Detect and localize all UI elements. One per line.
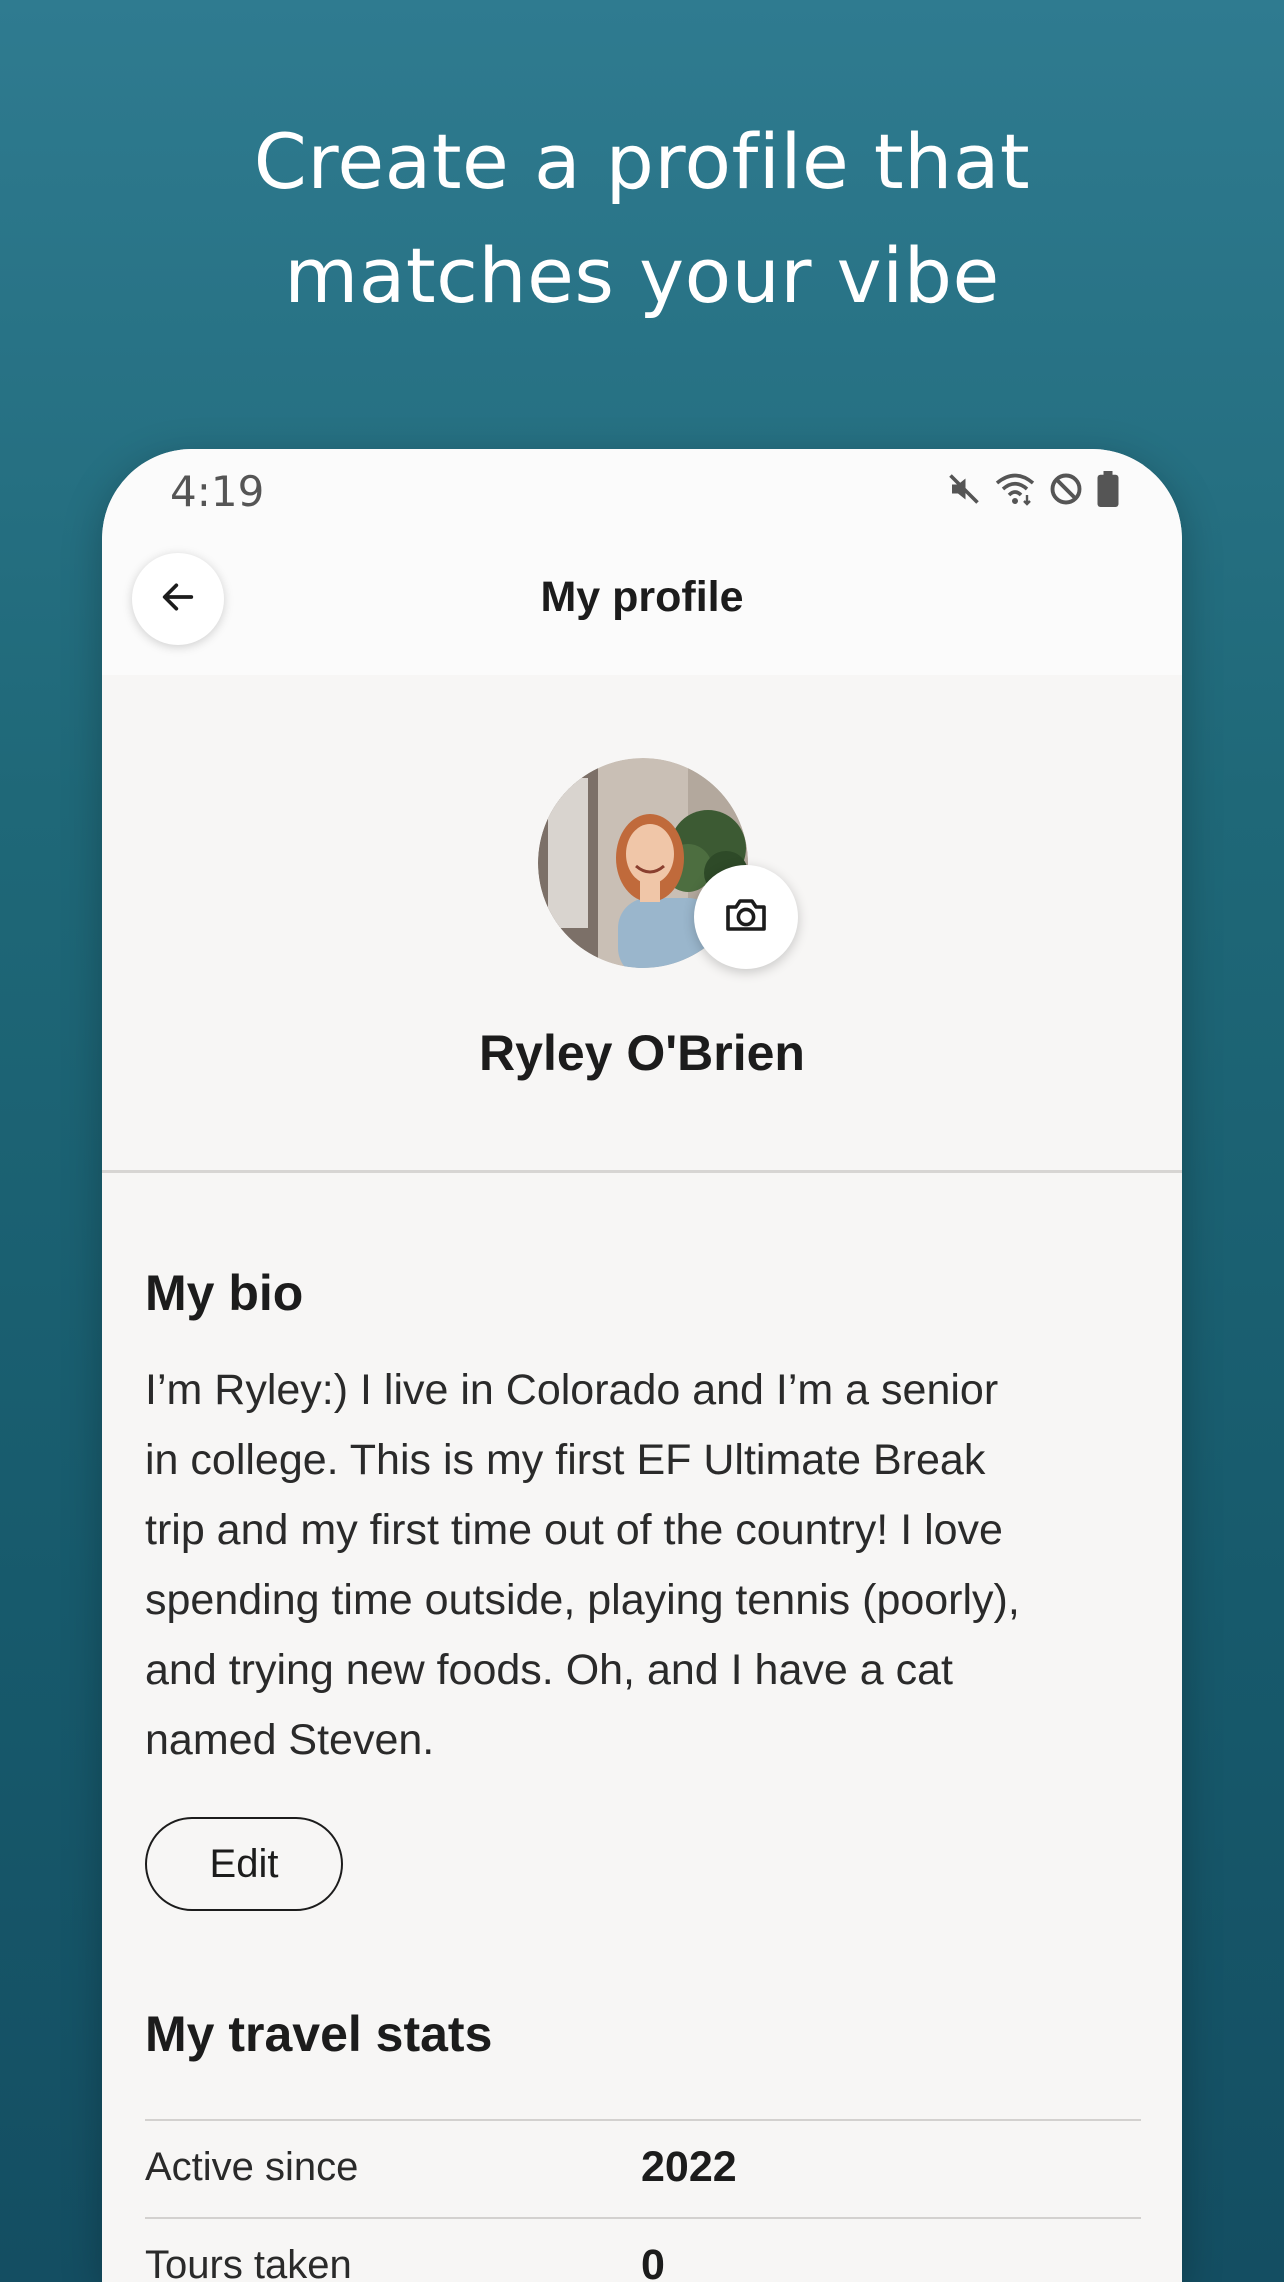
change-photo-button[interactable] (694, 865, 798, 969)
wifi-icon (994, 471, 1036, 507)
app-bar: My profile (102, 545, 1182, 675)
travel-stats-heading: My travel stats (145, 2006, 493, 2062)
phone-frame: 4:19 My profile Ryley O'Brien My bio I’m… (102, 449, 1182, 2282)
headline-line-2: matches your vibe (284, 231, 1000, 320)
bio-line: and trying new foods. Oh, and I have a c… (145, 1646, 953, 1694)
stat-value: 0 (641, 2241, 665, 2282)
status-bar: 4:19 (102, 449, 1182, 545)
bio-text: I’m Ryley:) I live in Colorado and I’m a… (145, 1355, 1085, 1775)
stat-label: Active since (145, 2145, 359, 2189)
edit-bio-button[interactable]: Edit (145, 1817, 343, 1911)
headline-line-1: Create a profile that (253, 117, 1031, 206)
travel-stats-table: Active since 2022 Tours taken 0 (145, 2119, 1141, 2282)
section-divider (102, 1170, 1182, 1173)
table-row: Active since 2022 (145, 2119, 1141, 2217)
mute-icon (946, 471, 982, 507)
bio-heading: My bio (145, 1265, 304, 1321)
profile-name: Ryley O'Brien (479, 1025, 805, 1081)
stat-value: 2022 (641, 2143, 737, 2191)
bio-line: I’m Ryley:) I live in Colorado and I’m a… (145, 1366, 999, 1414)
status-time: 4:19 (170, 467, 265, 516)
headline: Create a profile that matches your vibe (0, 105, 1284, 333)
camera-icon (722, 891, 770, 944)
bio-line: trip and my first time out of the countr… (145, 1506, 1003, 1554)
table-row: Tours taken 0 (145, 2217, 1141, 2282)
page-title: My profile (540, 573, 744, 621)
battery-icon (1096, 471, 1120, 507)
bio-line: named Steven. (145, 1716, 435, 1764)
do-not-disturb-icon (1048, 471, 1084, 507)
bio-line: in college. This is my first EF Ultimate… (145, 1436, 986, 1484)
bio-line: spending time outside, playing tennis (p… (145, 1576, 1020, 1624)
status-icons (946, 471, 1120, 507)
stat-label: Tours taken (145, 2243, 352, 2282)
